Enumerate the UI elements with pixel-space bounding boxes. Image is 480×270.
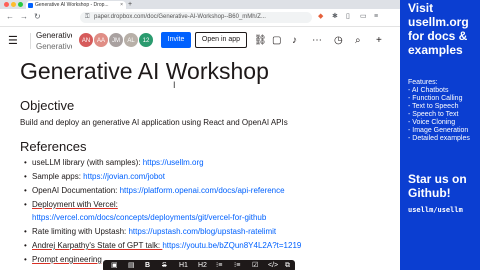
comment-icon[interactable]: ▢	[272, 35, 281, 46]
objective-heading[interactable]: Objective	[20, 98, 74, 114]
promo-sidebar: Visit usellm.org for docs & examples Fea…	[400, 0, 480, 270]
extensions-icon[interactable]: ✱	[332, 12, 338, 22]
document-toolbar: ☰ Generative AI Workshop Generative AN A…	[0, 27, 400, 55]
close-window-icon[interactable]	[4, 2, 9, 7]
sidebar-icon[interactable]: ▯	[346, 12, 350, 22]
wallet-icon[interactable]: ▭	[360, 12, 367, 22]
strikethrough-button[interactable]: S	[162, 260, 167, 270]
open-in-app-button[interactable]: Open in app	[195, 32, 247, 48]
create-new-icon[interactable]: +	[376, 35, 382, 46]
format-toolbar: ▣ ▤ B S H1 H2 ⁝≡ ⁝≡ ☑ </> ⧉	[103, 260, 295, 270]
reference-link[interactable]: https://usellm.org	[143, 158, 204, 167]
tab-strip: Generative AI Workshop - Drop... × +	[0, 0, 400, 9]
avatar[interactable]: AA	[93, 32, 109, 48]
avatar[interactable]: AN	[78, 32, 94, 48]
forward-icon[interactable]: →	[20, 12, 28, 22]
promo-headline: Visit usellm.org for docs & examples	[408, 1, 469, 57]
avatar-overflow-count[interactable]: 12	[138, 32, 154, 48]
copy-icon[interactable]: ⧉	[285, 260, 290, 270]
objective-text[interactable]: Build and deploy an generative AI applic…	[20, 118, 288, 128]
feature-item: - Function Calling	[408, 95, 463, 102]
reload-icon[interactable]: ↻	[34, 12, 41, 22]
document-body[interactable]: Generative AI Workshop Objective Build a…	[0, 55, 400, 270]
url-field[interactable]: ⚿ paper.dropbox.com/doc/Generative-AI-Wo…	[80, 12, 312, 23]
tab-title: Generative AI Workshop - Drop...	[35, 2, 109, 8]
heading2-button[interactable]: H2	[198, 260, 207, 270]
minimize-window-icon[interactable]	[11, 2, 16, 7]
checklist-icon[interactable]: ☑	[252, 260, 258, 270]
list-item-continuation: https://vercel.com/docs/concepts/deploym…	[32, 213, 266, 223]
document-title[interactable]: Generative AI Workshop	[20, 57, 269, 85]
doc-title[interactable]: Generative AI Workshop	[36, 31, 72, 41]
list-item: • useLLM library (with samples): https://…	[24, 158, 204, 167]
back-icon[interactable]: ←	[6, 12, 14, 22]
feature-item: - Image Generation	[408, 127, 469, 134]
url-text: paper.dropbox.com/doc/Generative-AI-Work…	[94, 14, 266, 20]
features-label: Features:	[408, 79, 438, 86]
bold-button[interactable]: B	[145, 260, 150, 270]
list-item: • OpenAI Documentation: https://platform.…	[24, 186, 285, 195]
list-item: • Prompt engineering	[24, 255, 102, 264]
new-tab-button[interactable]: +	[128, 0, 132, 9]
close-tab-icon[interactable]: ×	[120, 1, 123, 9]
avatar[interactable]: JM	[108, 32, 124, 48]
reference-link[interactable]: https://jovian.com/jobot	[83, 172, 165, 181]
numbered-list-icon[interactable]: ⁝≡	[234, 260, 240, 270]
reference-link[interactable]: https://vercel.com/docs/concepts/deploym…	[32, 213, 266, 222]
features-list: Features: - AI Chatbots - Function Calli…	[408, 79, 470, 143]
github-cta: Star us on Github!	[408, 172, 467, 200]
reference-link[interactable]: https://upstash.com/blog/upstash-ratelim…	[128, 227, 276, 236]
github-handle: usellm/usellm	[408, 206, 463, 214]
feature-item: - Speech to Text	[408, 111, 459, 118]
reference-link[interactable]: https://youtu.be/bZQun8Y4L2A?t=1219	[162, 241, 301, 250]
doc-folder[interactable]: Generative	[36, 42, 72, 52]
references-heading[interactable]: References	[20, 139, 86, 155]
maximize-window-icon[interactable]	[18, 2, 23, 7]
list-item: • Rate limiting with Upstash: https://ups…	[24, 227, 277, 236]
code-icon[interactable]: </>	[268, 260, 278, 270]
menu-icon[interactable]: ☰	[8, 35, 18, 47]
list-item: • Deployment with Vercel:	[24, 200, 118, 209]
feature-item: - Text to Speech	[408, 103, 459, 110]
invite-button[interactable]: Invite	[161, 32, 191, 48]
image-icon[interactable]: ▣	[111, 260, 118, 270]
more-options-icon[interactable]: ⋯	[312, 35, 322, 46]
list-item: • Sample apps: https://jovian.com/jobot	[24, 172, 165, 181]
history-icon[interactable]: ◷	[334, 35, 343, 46]
brave-shield-icon[interactable]: ◆	[318, 12, 323, 22]
feature-item: - Voice Cloning	[408, 119, 456, 126]
link-icon[interactable]: ⛓	[254, 35, 267, 46]
feature-item: - AI Chatbots	[408, 87, 449, 94]
doc-divider	[30, 33, 31, 49]
notification-bell-icon[interactable]: ♪	[292, 35, 297, 46]
text-cursor-icon: I	[173, 80, 176, 90]
feature-item: - Detailed examples	[408, 135, 470, 142]
browser-window: Generative AI Workshop - Drop... × + ← →…	[0, 0, 400, 270]
menu-icon[interactable]: ≡	[374, 12, 378, 22]
lock-icon: ⚿	[85, 14, 90, 20]
address-bar-row: ← → ↻ ⚿ paper.dropbox.com/doc/Generative…	[0, 9, 400, 27]
avatar[interactable]: AL	[123, 32, 139, 48]
heading1-button[interactable]: H1	[179, 260, 188, 270]
browser-tab[interactable]: Generative AI Workshop - Drop... ×	[26, 1, 126, 9]
dropbox-favicon-icon	[28, 2, 33, 8]
bulleted-list-icon[interactable]: ⁝≡	[216, 260, 222, 270]
reference-link[interactable]: https://platform.openai.com/docs/api-ref…	[120, 186, 285, 195]
search-icon[interactable]: ⌕	[355, 35, 361, 46]
table-icon[interactable]: ▤	[128, 260, 135, 270]
list-item: • Andrej Karpathy's State of GPT talk: ht…	[24, 241, 302, 250]
